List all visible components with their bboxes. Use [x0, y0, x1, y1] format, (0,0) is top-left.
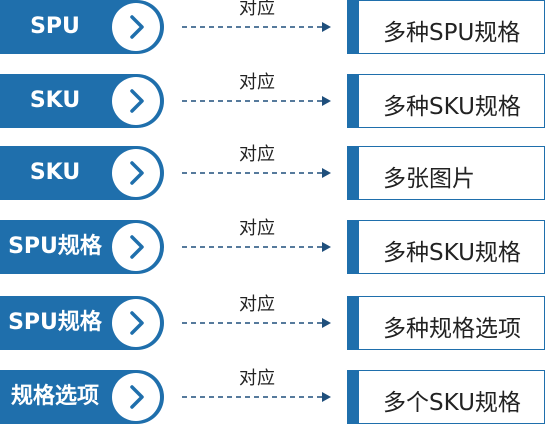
- chevron-right-icon: [112, 223, 160, 271]
- relation-connector: 对应: [182, 144, 332, 200]
- target-box: 多张图片: [347, 146, 545, 200]
- chevron-right-icon: [112, 77, 160, 125]
- dashed-arrow-right-icon: [182, 318, 331, 328]
- target-label: 多种规格选项: [383, 316, 521, 342]
- source-label: 规格选项: [10, 384, 99, 409]
- dashed-arrow-right-icon: [182, 168, 331, 178]
- target-label: 多张图片: [383, 166, 475, 192]
- source-pill: SPU规格: [0, 296, 164, 350]
- target-label: 多个SKU规格: [383, 390, 521, 416]
- target-box: 多个SKU规格: [347, 370, 545, 424]
- source-pill: SKU: [0, 74, 164, 128]
- target-box: 多种规格选项: [347, 296, 545, 350]
- target-label: 多种SPU规格: [383, 20, 521, 46]
- source-label: SPU规格: [8, 234, 102, 259]
- source-pill: 规格选项: [0, 370, 164, 424]
- chevron-right-icon: [112, 3, 160, 51]
- target-box: 多种SPU规格: [347, 0, 545, 54]
- source-label: SPU: [30, 14, 80, 39]
- source-label: SPU规格: [8, 310, 102, 335]
- relation-label: 对应: [239, 218, 275, 239]
- relation-label: 对应: [239, 294, 275, 315]
- source-pill: SPU规格: [0, 220, 164, 274]
- source-pill: SKU: [0, 146, 164, 200]
- target-label: 多种SKU规格: [383, 94, 521, 120]
- chevron-right-icon: [112, 149, 160, 197]
- source-pill: SPU: [0, 0, 164, 54]
- relation-connector: 对应: [182, 294, 332, 350]
- target-box: 多种SKU规格: [347, 74, 545, 128]
- source-label: SKU: [29, 88, 81, 113]
- target-box: 多种SKU规格: [347, 220, 545, 274]
- relation-label: 对应: [239, 144, 275, 165]
- relation-connector: 对应: [182, 368, 332, 424]
- chevron-right-icon: [112, 299, 160, 347]
- relation-connector: 对应: [182, 72, 332, 128]
- dashed-arrow-right-icon: [182, 96, 331, 106]
- target-label: 多种SKU规格: [383, 240, 521, 266]
- chevron-right-icon: [112, 373, 160, 421]
- relation-label: 对应: [239, 368, 275, 389]
- dashed-arrow-right-icon: [182, 242, 331, 252]
- source-label: SKU: [29, 160, 81, 185]
- relation-label: 对应: [239, 72, 275, 93]
- relation-label: 对应: [239, 0, 275, 19]
- relation-connector: 对应: [182, 0, 332, 54]
- dashed-arrow-right-icon: [182, 392, 331, 402]
- relation-connector: 对应: [182, 218, 332, 274]
- dashed-arrow-right-icon: [182, 22, 331, 32]
